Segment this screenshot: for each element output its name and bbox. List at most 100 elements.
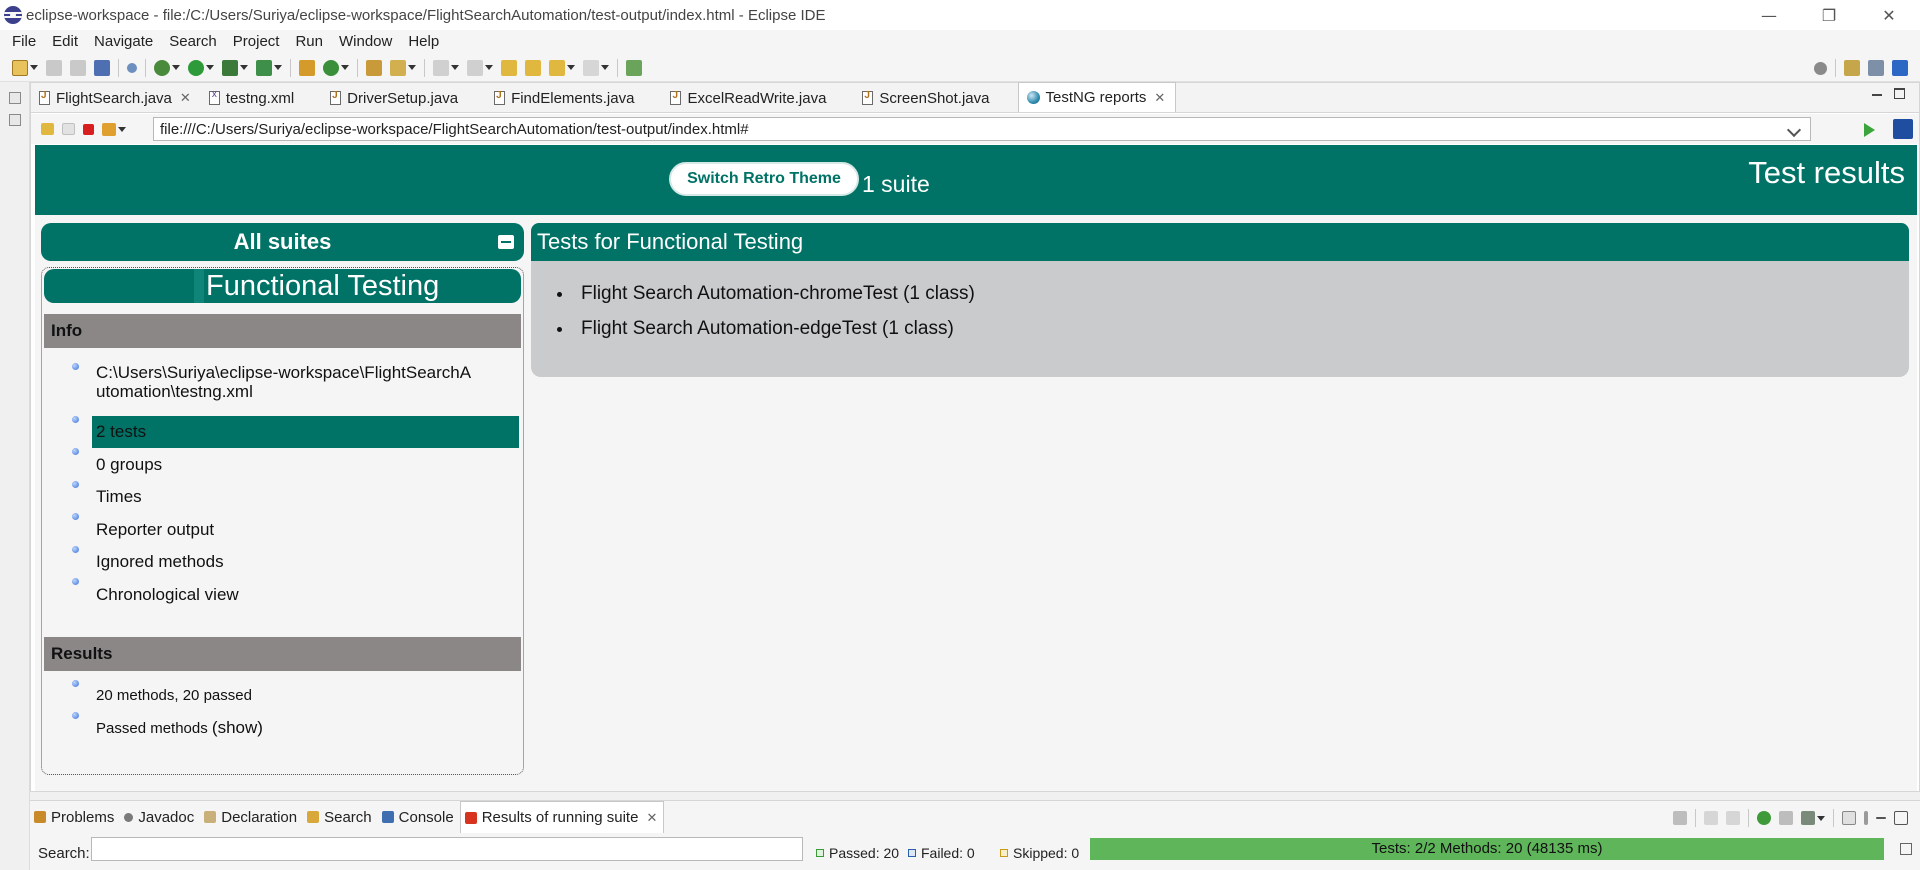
tab-findelements-java[interactable]: FindElements.java <box>468 84 644 112</box>
tab-driversetup-java[interactable]: DriverSetup.java <box>304 84 468 112</box>
minimize-view-icon[interactable] <box>1876 817 1886 819</box>
forward-icon[interactable] <box>549 59 565 76</box>
last-edit-location-icon[interactable] <box>501 59 517 76</box>
open-in-browser-icon[interactable] <box>1893 119 1913 139</box>
close-tab-icon[interactable]: ✕ <box>1154 90 1165 106</box>
maximize-view-icon[interactable] <box>1894 811 1908 825</box>
run-dropdown-icon[interactable] <box>206 65 214 70</box>
tab-problems[interactable]: Problems <box>30 801 120 833</box>
new-java-package-icon[interactable] <box>299 59 315 76</box>
browser-refresh-dropdown-icon[interactable] <box>118 126 126 132</box>
back-icon[interactable] <box>525 59 541 76</box>
debug-icon[interactable] <box>154 59 170 76</box>
test-item-edge[interactable]: Flight Search Automation-edgeTest (1 cla… <box>557 318 975 353</box>
browser-refresh-icon[interactable] <box>102 122 116 136</box>
tab-flightsearch-java[interactable]: FlightSearch.java ✕ <box>31 84 201 112</box>
coverage-dropdown-icon[interactable] <box>240 65 248 70</box>
previous-annotation-icon[interactable] <box>467 59 483 76</box>
minimize-button[interactable]: — <box>1740 0 1798 30</box>
search-toolbar-icon[interactable] <box>390 59 406 76</box>
tab-results-of-running-suite[interactable]: Results of running suite ✕ <box>459 801 665 833</box>
collapse-icon[interactable] <box>498 235 514 249</box>
all-suites-header[interactable]: All suites <box>41 223 524 261</box>
java-ee-perspective-icon[interactable] <box>1868 60 1884 76</box>
info-item-chronological-view[interactable]: Chronological view <box>42 578 519 611</box>
java-perspective-icon[interactable] <box>1892 60 1908 76</box>
view-menu-icon[interactable] <box>1864 811 1868 825</box>
forward-dropdown-icon[interactable] <box>567 65 575 70</box>
go-icon[interactable] <box>1864 123 1875 137</box>
tab-search[interactable]: Search <box>303 801 378 833</box>
open-perspective-icon[interactable] <box>1844 60 1860 76</box>
show-passed-methods-link[interactable]: (show) <box>212 718 263 737</box>
tab-testng-reports[interactable]: TestNG reports ✕ <box>1017 82 1177 112</box>
next-annotation-icon[interactable] <box>433 59 449 76</box>
restore-panel-icon[interactable] <box>1900 843 1912 855</box>
new-class-dropdown-icon[interactable] <box>341 65 349 70</box>
rerun-icon[interactable] <box>1757 811 1771 825</box>
new-java-class-icon[interactable] <box>323 59 339 76</box>
tab-screenshot-java[interactable]: ScreenShot.java <box>836 84 999 112</box>
next-annotation-dropdown-icon[interactable] <box>451 65 459 70</box>
tab-declaration[interactable]: Declaration <box>200 801 303 833</box>
browser-forward-icon[interactable] <box>62 123 75 135</box>
tab-excelreadwrite-java[interactable]: ExcelReadWrite.java <box>644 84 836 112</box>
menu-help[interactable]: Help <box>400 30 447 54</box>
layout-icon[interactable] <box>1842 811 1856 825</box>
info-item-reporter-output[interactable]: Reporter output <box>42 513 519 546</box>
new-icon[interactable] <box>12 59 28 76</box>
search-icon[interactable] <box>1814 61 1827 75</box>
tab-javadoc[interactable]: Javadoc <box>120 801 200 833</box>
terminal-icon[interactable] <box>94 59 110 76</box>
switch-retro-theme-button[interactable]: Switch Retro Theme <box>669 162 859 196</box>
pin-editor-icon[interactable] <box>626 59 642 76</box>
previous-failure-icon[interactable] <box>1726 811 1740 825</box>
rerun-failed-icon[interactable] <box>1779 811 1793 825</box>
history-dropdown-icon[interactable] <box>1817 815 1825 821</box>
close-tab-icon[interactable]: ✕ <box>180 90 191 106</box>
search-dropdown-icon[interactable] <box>408 65 416 70</box>
new-dropdown-icon[interactable] <box>30 65 38 70</box>
clear-results-icon[interactable] <box>1673 811 1687 825</box>
restore-button[interactable]: ❐ <box>1800 0 1858 30</box>
external-tools-dropdown-icon[interactable] <box>274 65 282 70</box>
debug-dropdown-icon[interactable] <box>172 65 180 70</box>
run-icon[interactable] <box>188 59 204 76</box>
menu-file[interactable]: File <box>4 30 44 54</box>
results-search-input[interactable] <box>91 837 803 861</box>
suite-name-header[interactable]: Functional Testing <box>44 269 521 303</box>
menu-window[interactable]: Window <box>331 30 400 54</box>
menu-run[interactable]: Run <box>287 30 331 54</box>
package-explorer-icon[interactable] <box>9 114 21 126</box>
open-type-icon[interactable] <box>366 59 382 76</box>
close-window-button[interactable]: ✕ <box>1860 0 1918 30</box>
next-edit-icon[interactable] <box>583 59 599 76</box>
close-tab-icon[interactable]: ✕ <box>646 810 657 826</box>
restore-view-icon[interactable] <box>9 92 21 104</box>
history-icon[interactable] <box>1801 811 1815 825</box>
browser-stop-icon[interactable] <box>83 123 94 135</box>
menu-navigate[interactable]: Navigate <box>86 30 161 54</box>
menu-edit[interactable]: Edit <box>44 30 86 54</box>
skip-breakpoints-icon[interactable] <box>127 62 137 73</box>
menu-project[interactable]: Project <box>225 30 288 54</box>
url-field[interactable] <box>153 117 1811 141</box>
previous-annotation-dropdown-icon[interactable] <box>485 65 493 70</box>
external-tools-icon[interactable] <box>256 59 272 76</box>
info-item-groups[interactable]: 0 groups <box>42 448 519 481</box>
next-failure-icon[interactable] <box>1704 811 1718 825</box>
info-item-ignored-methods[interactable]: Ignored methods <box>42 546 519 578</box>
info-item-testng-path[interactable]: C:\Users\Suriya\eclipse-workspace\Flight… <box>42 363 519 416</box>
save-icon[interactable] <box>46 59 62 76</box>
info-item-times[interactable]: Times <box>42 481 519 513</box>
test-item-chrome[interactable]: Flight Search Automation-chromeTest (1 c… <box>557 283 975 318</box>
info-item-tests[interactable]: 2 tests <box>42 416 519 448</box>
menu-search[interactable]: Search <box>161 30 225 54</box>
save-all-icon[interactable] <box>70 59 86 76</box>
maximize-editor-icon[interactable] <box>1894 88 1905 99</box>
coverage-icon[interactable] <box>222 59 238 76</box>
minimize-editor-icon[interactable] <box>1871 89 1883 101</box>
next-edit-dropdown-icon[interactable] <box>601 65 609 70</box>
tab-console[interactable]: Console <box>378 801 460 833</box>
tab-testng-xml[interactable]: testng.xml <box>201 84 304 112</box>
